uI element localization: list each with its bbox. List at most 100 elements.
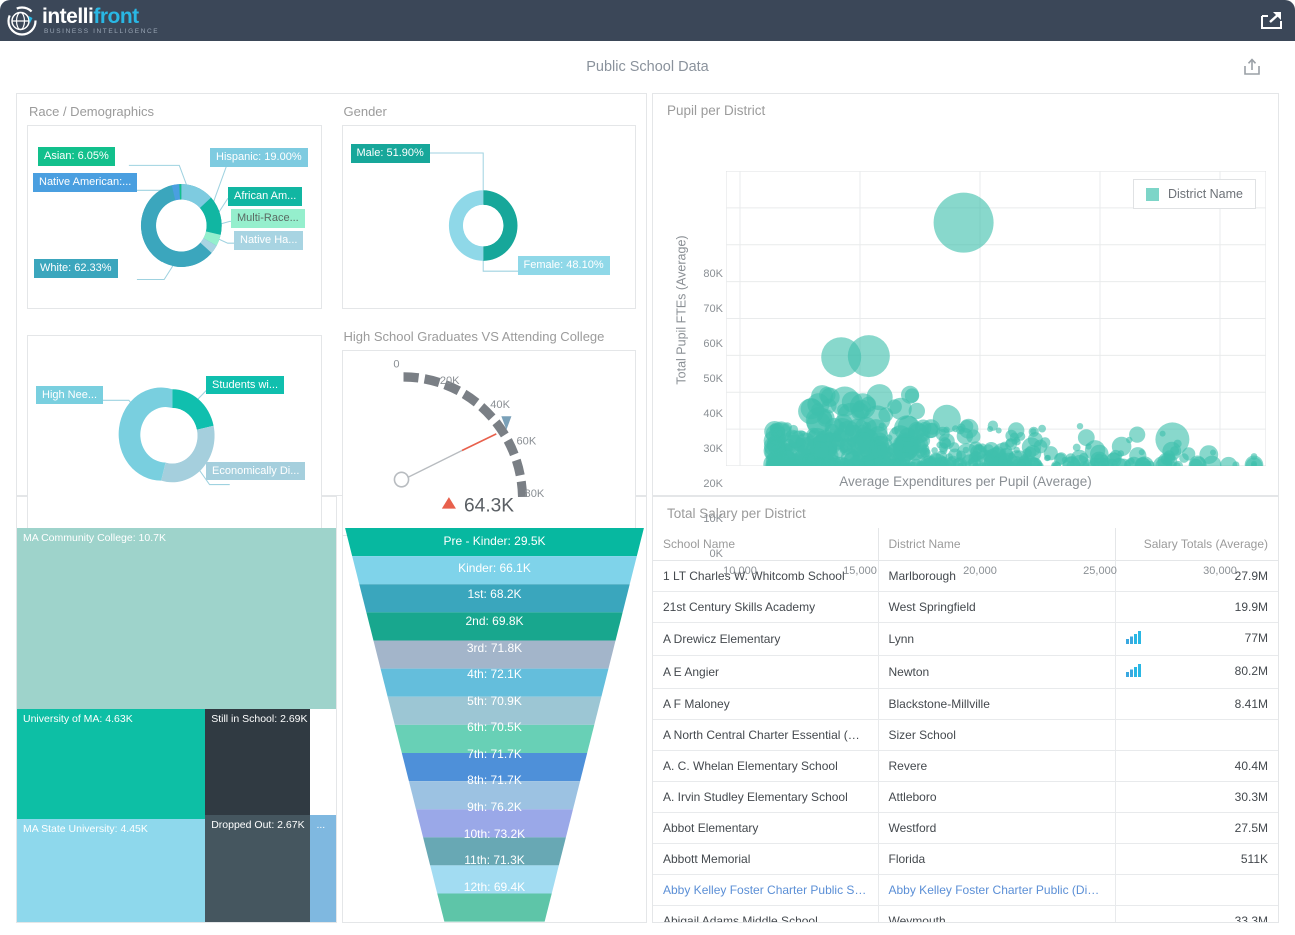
race-label-native-hawaiian: Native Ha... bbox=[234, 231, 303, 250]
scatter-ytick-60k: 60K bbox=[689, 338, 723, 350]
column-header-school-name[interactable]: School Name bbox=[653, 528, 878, 561]
chart-needs-donut[interactable]: Students wi... Economically Di... High N… bbox=[27, 335, 322, 537]
panel-race-demographics: Race / Demographics bbox=[17, 94, 332, 319]
table-row[interactable]: A F MaloneyBlackstone-Millville8.41M bbox=[653, 689, 1278, 720]
cell-district-name: Weymouth bbox=[878, 906, 1116, 922]
table-row[interactable]: A E AngierNewton80.2M bbox=[653, 656, 1278, 689]
cell-school-name: A Drewicz Elementary bbox=[653, 623, 878, 656]
cell-school-name: A F Maloney bbox=[653, 689, 878, 720]
chart-gender-donut[interactable]: Male: 51.90% Female: 48.10% bbox=[342, 125, 637, 309]
column-header-salary-totals[interactable]: Salary Totals (Average) bbox=[1116, 528, 1279, 561]
needs-donut-svg bbox=[28, 336, 321, 536]
funnel-label-12: 11th: 71.3K bbox=[343, 847, 646, 874]
bar-chart-icon[interactable] bbox=[1126, 631, 1141, 647]
svg-text:40K: 40K bbox=[490, 398, 510, 410]
treemap-tile-ma-community-college[interactable]: MA Community College: 10.7K bbox=[17, 528, 336, 709]
table-row[interactable]: Abbot ElementaryWestford27.5M bbox=[653, 813, 1278, 844]
table-row[interactable]: A. Irvin Studley Elementary SchoolAttleb… bbox=[653, 782, 1278, 813]
funnel-label-7: 6th: 70.5K bbox=[343, 714, 646, 741]
treemap-label-university-of-ma: University of MA: 4.63K bbox=[23, 713, 133, 725]
salary-table: School Name District Name Salary Totals … bbox=[653, 528, 1278, 922]
funnel-label-1: Kinder: 66.1K bbox=[343, 555, 646, 582]
cell-district-name: Abby Kelley Foster Charter Public (Distr… bbox=[878, 875, 1116, 906]
gauge-svg: 0 20K 40K 60K 80K 64.3K bbox=[343, 351, 636, 536]
upload-export-icon[interactable] bbox=[1241, 56, 1263, 78]
scatter-legend[interactable]: District Name bbox=[1133, 179, 1256, 209]
table-row[interactable]: Abigail Adams Middle SchoolWeymouth33.3M bbox=[653, 906, 1278, 922]
svg-text:0: 0 bbox=[393, 358, 399, 370]
table-row[interactable]: A. C. Whelan Elementary SchoolRevere40.4… bbox=[653, 751, 1278, 782]
funnel-label-4: 3rd: 71.8K bbox=[343, 634, 646, 661]
table-row[interactable]: 21st Century Skills AcademyWest Springfi… bbox=[653, 592, 1278, 623]
svg-text:80K: 80K bbox=[524, 488, 544, 500]
needs-label-high-needs: High Nee... bbox=[36, 386, 103, 405]
chart-race-donut[interactable]: Asian: 6.05% Native American:... Hispani… bbox=[27, 125, 322, 309]
topbar-actions bbox=[1257, 9, 1285, 33]
cell-district-name: Newton bbox=[878, 656, 1116, 689]
table-scroll-region[interactable]: School Name District Name Salary Totals … bbox=[653, 528, 1278, 922]
cell-salary-total: 19.9M bbox=[1116, 592, 1279, 623]
logo-text-front: front bbox=[93, 5, 138, 28]
dashboard-grid: Race / Demographics bbox=[0, 93, 1295, 935]
race-label-asian: Asian: 6.05% bbox=[38, 147, 115, 166]
cell-school-name: A E Angier bbox=[653, 656, 878, 689]
panel-title-gauge: High School Graduates VS Attending Colle… bbox=[344, 329, 637, 344]
table-row[interactable]: A North Central Charter Essential (Distr… bbox=[653, 720, 1278, 751]
scatter-ytick-80k: 80K bbox=[689, 268, 723, 280]
race-label-african-american: African Am... bbox=[228, 187, 302, 206]
cell-district-name: Revere bbox=[878, 751, 1116, 782]
scatter-ytick-10k: 10K bbox=[689, 513, 723, 525]
app-logo[interactable]: intellifront BUSINESS INTELLIGENCE bbox=[6, 5, 159, 37]
app-window: intellifront BUSINESS INTELLIGENCE Publi… bbox=[0, 0, 1295, 935]
race-label-white: White: 62.33% bbox=[34, 259, 118, 278]
cell-district-name: Blackstone-Millville bbox=[878, 689, 1116, 720]
treemap-tile-ma-state-university[interactable]: MA State University: 4.45K bbox=[17, 819, 205, 921]
legend-label-district-name: District Name bbox=[1168, 187, 1243, 201]
cell-school-name: 21st Century Skills Academy bbox=[653, 592, 878, 623]
column-header-district-name[interactable]: District Name bbox=[878, 528, 1116, 561]
chart-graduates-gauge[interactable]: 0 20K 40K 60K 80K 64.3K bbox=[342, 350, 637, 537]
scatter-ytick-30k: 30K bbox=[689, 443, 723, 455]
cell-salary-total: 8.41M bbox=[1116, 689, 1279, 720]
table-row[interactable]: A Drewicz ElementaryLynn77M bbox=[653, 623, 1278, 656]
cell-school-name: Abigail Adams Middle School bbox=[653, 906, 878, 922]
treemap-tile-still-in-school[interactable]: Still in School: 2.69K bbox=[205, 709, 310, 815]
panel-title-race: Race / Demographics bbox=[29, 104, 322, 119]
funnel-label-5: 4th: 72.1K bbox=[343, 661, 646, 688]
funnel-label-2: 1st: 68.2K bbox=[343, 581, 646, 608]
cell-district-name: Florida bbox=[878, 844, 1116, 875]
chart-treemap[interactable]: MA Community College: 10.7K University o… bbox=[17, 528, 336, 922]
scatter-xtick-10000: 10,000 bbox=[710, 565, 770, 577]
gender-label-male: Male: 51.90% bbox=[351, 144, 430, 163]
bar-chart-icon[interactable] bbox=[1126, 664, 1141, 680]
share-export-icon[interactable] bbox=[1257, 9, 1285, 33]
scatter-ytick-20k: 20K bbox=[689, 478, 723, 490]
race-label-multi-race: Multi-Race... bbox=[231, 209, 305, 228]
cell-salary-total: 40.4M bbox=[1116, 751, 1279, 782]
cell-salary-total: 77M bbox=[1116, 623, 1279, 656]
scatter-x-axis-label: Average Expenditures per Pupil (Average) bbox=[653, 474, 1278, 489]
dashboard-header: Public School Data bbox=[0, 41, 1295, 93]
cell-district-name: Sizer School bbox=[878, 720, 1116, 751]
scatter-y-axis-label: Total Pupil FTEs (Average) bbox=[675, 235, 689, 384]
treemap-label-still-in-school: Still in School: 2.69K bbox=[211, 713, 307, 725]
scatter-ytick-50k: 50K bbox=[689, 373, 723, 385]
cell-school-name: A. C. Whelan Elementary School bbox=[653, 751, 878, 782]
panel-after-12th-enrollment: After 12th Grade Enrollment MA Community… bbox=[16, 496, 337, 923]
cell-district-name: Westford bbox=[878, 813, 1116, 844]
treemap-tile-other[interactable]: ... bbox=[310, 815, 336, 921]
cell-school-name: A North Central Charter Essential (Distr… bbox=[653, 720, 878, 751]
table-row[interactable]: Abbott MemorialFlorida511K bbox=[653, 844, 1278, 875]
funnel-label-11: 10th: 73.2K bbox=[343, 820, 646, 847]
chart-scatter[interactable]: Total Pupil FTEs (Average) Average Expen… bbox=[653, 125, 1278, 495]
svg-text:64.3K: 64.3K bbox=[464, 494, 514, 516]
treemap-tile-university-of-ma[interactable]: University of MA: 4.63K bbox=[17, 709, 205, 819]
funnel-label-6: 5th: 70.9K bbox=[343, 687, 646, 714]
cell-school-name: Abby Kelley Foster Charter Public School bbox=[653, 875, 878, 906]
treemap-tile-dropped-out[interactable]: Dropped Out: 2.67K bbox=[205, 815, 310, 921]
cell-salary-total bbox=[1116, 720, 1279, 751]
table-row[interactable]: Abby Kelley Foster Charter Public School… bbox=[653, 875, 1278, 906]
chart-funnel[interactable]: Pre - Kinder: 29.5KKinder: 66.1K1st: 68.… bbox=[343, 528, 646, 922]
panel-title-gender: Gender bbox=[344, 104, 637, 119]
scatter-xtick-15000: 15,000 bbox=[830, 565, 890, 577]
